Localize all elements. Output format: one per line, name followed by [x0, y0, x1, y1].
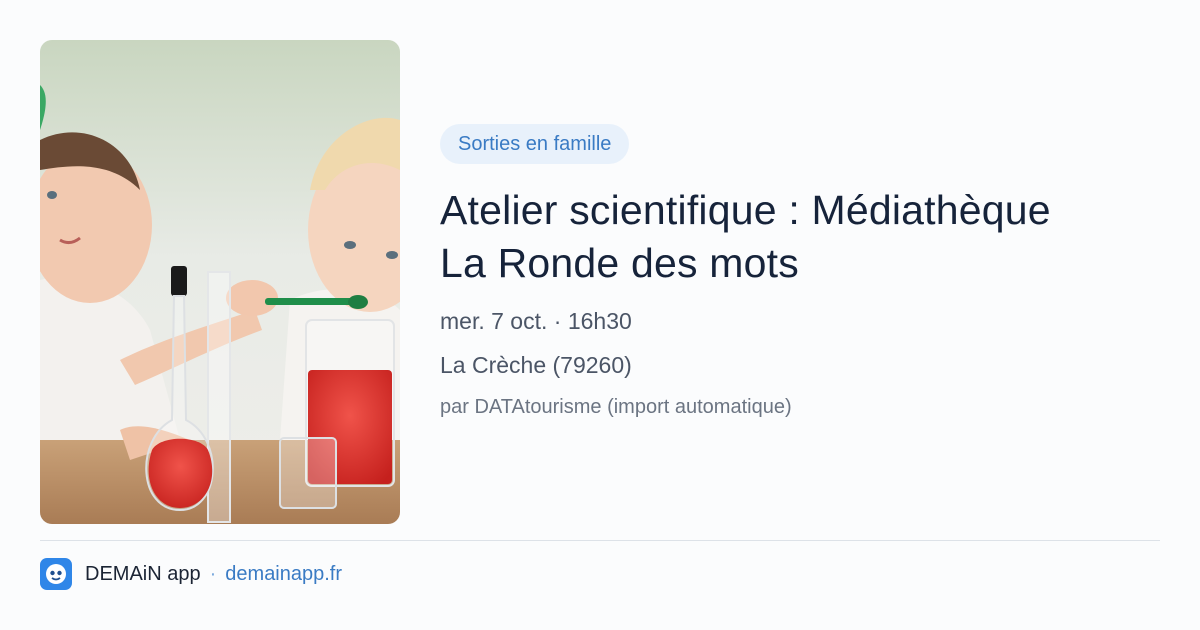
category-badge[interactable]: Sorties en famille	[440, 124, 630, 164]
event-location: La Crèche (79260)	[440, 352, 632, 378]
footer-separator: ·	[209, 562, 217, 585]
app-domain-link[interactable]: demainapp.fr	[225, 563, 342, 586]
event-title-line-2: La Ronde des mots	[440, 240, 799, 286]
event-title-line-1: Atelier scientifique : Médiathèque	[440, 187, 1051, 233]
event-title[interactable]: Atelier scientifique : Médiathèque La Ro…	[440, 184, 1160, 290]
event-photo	[40, 40, 400, 524]
event-datetime: mer. 7 oct. · 16h30	[440, 308, 632, 334]
demain-app-logo-icon[interactable]	[40, 558, 72, 590]
event-source: par DATAtourisme (import automatique)	[440, 396, 792, 418]
app-name: DEMAiN app	[85, 562, 201, 585]
footer: DEMAiN app · demainapp.fr	[40, 558, 342, 590]
event-share-card: Sorties en famille Atelier scientifique …	[0, 0, 1200, 630]
event-details: Sorties en famille Atelier scientifique …	[440, 124, 1160, 417]
footer-divider	[40, 540, 1160, 541]
